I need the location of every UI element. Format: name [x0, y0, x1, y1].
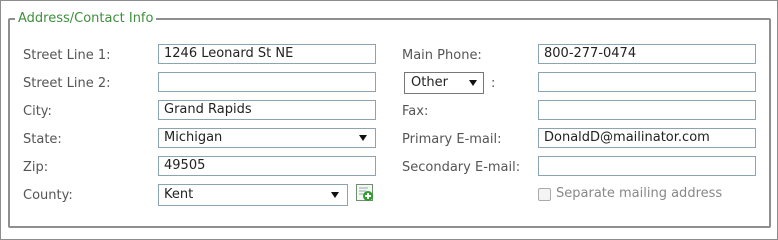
county-label: County: — [23, 188, 73, 203]
zip-label: Zip: — [23, 160, 49, 175]
state-label: State: — [23, 132, 62, 147]
secondary-email-input[interactable] — [538, 156, 756, 176]
city-input[interactable]: Grand Rapids — [158, 100, 376, 120]
chevron-down-icon — [331, 192, 339, 198]
county-select[interactable]: Kent — [158, 184, 348, 206]
chevron-down-icon — [469, 80, 477, 86]
main-phone-input[interactable]: 800-277-0474 — [538, 44, 756, 64]
main-phone-label: Main Phone: — [402, 48, 482, 63]
phone-type-value: Other — [411, 75, 448, 90]
street2-label: Street Line 2: — [23, 76, 111, 91]
street1-input[interactable]: 1246 Leonard St NE — [158, 44, 376, 64]
fax-input[interactable] — [538, 100, 756, 120]
section-legend: Address/Contact Info — [15, 11, 157, 27]
phone-type-separator: : — [491, 76, 496, 91]
other-phone-input[interactable] — [538, 72, 756, 92]
fax-label: Fax: — [402, 104, 429, 119]
separate-mailing-label: Separate mailing address — [556, 186, 723, 201]
state-select-value: Michigan — [164, 130, 223, 145]
secondary-email-label: Secondary E-mail: — [402, 160, 521, 175]
city-label: City: — [23, 104, 52, 119]
street2-input[interactable] — [158, 72, 376, 92]
county-select-value: Kent — [164, 187, 194, 202]
add-county-icon[interactable] — [356, 184, 374, 202]
separate-mailing-checkbox[interactable] — [538, 188, 551, 201]
phone-type-select[interactable]: Other — [404, 72, 484, 94]
zip-input[interactable]: 49505 — [158, 156, 376, 176]
state-select[interactable]: Michigan — [158, 128, 376, 148]
primary-email-label: Primary E-mail: — [402, 132, 502, 147]
primary-email-input[interactable]: DonaldD@mailinator.com — [538, 128, 756, 148]
chevron-down-icon — [359, 135, 367, 141]
street1-label: Street Line 1: — [23, 48, 111, 63]
